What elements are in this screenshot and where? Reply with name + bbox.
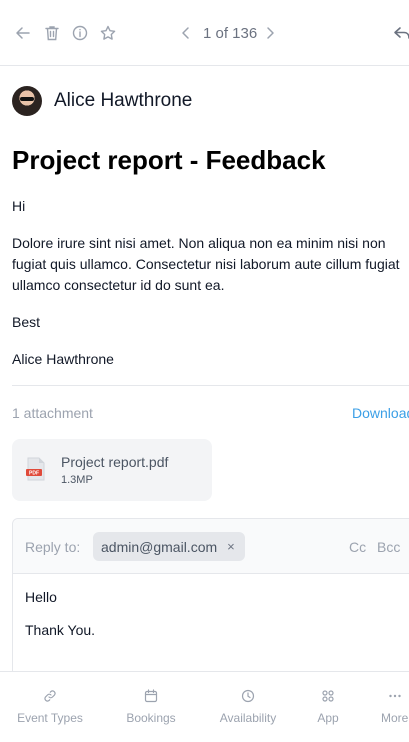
reply-header: Reply to: admin@gmail.com × Cc Bcc [13, 519, 409, 574]
more-icon [388, 689, 402, 703]
nav-label: Availability [219, 711, 277, 725]
email-body: Dolore irure sint nisi amet. Non aliqua … [12, 235, 400, 293]
attachment-filename: Project report.pdf [61, 454, 169, 470]
email-greeting: Hi [12, 198, 26, 214]
email-toolbar: 1 of 136 [0, 0, 409, 66]
info-icon[interactable] [71, 24, 89, 42]
clock-icon [241, 689, 255, 703]
nav-label: Bookings [126, 711, 176, 725]
trash-icon[interactable] [43, 24, 61, 42]
sender-name: Alice Hawthrone [54, 90, 193, 111]
close-icon[interactable]: × [227, 539, 235, 554]
recipient-email: admin@gmail.com [101, 538, 218, 555]
reply-text-line[interactable]: Thank You. [25, 622, 95, 638]
link-icon [43, 689, 57, 703]
pdf-label: PDF [29, 471, 39, 477]
pager-count: 1 of 136 [203, 25, 258, 42]
nav-label: Event Types [17, 711, 83, 725]
avatar[interactable] [12, 86, 42, 116]
recipient-chip[interactable]: admin@gmail.com × [93, 532, 245, 561]
star-icon[interactable] [99, 24, 117, 42]
email-signoff: Best [12, 314, 41, 330]
attachment-count: 1 attachment [12, 405, 93, 421]
divider [12, 385, 409, 386]
nav-item-more[interactable]: More [381, 672, 409, 742]
reply-icon[interactable] [393, 24, 409, 42]
back-arrow-icon[interactable] [14, 24, 32, 42]
nav-item-availability[interactable]: Availability [219, 672, 277, 742]
nav-item-event-types[interactable]: Event Types [17, 672, 83, 742]
grid-icon [321, 689, 335, 703]
calendar-icon [144, 689, 158, 703]
nav-label: App [317, 711, 339, 725]
sender-row: Alice Hawthrone [12, 86, 192, 116]
bottom-nav: Event Types Bookings Availability App Mo… [0, 671, 409, 742]
chevron-left-icon[interactable] [177, 24, 195, 42]
pdf-file-icon: PDF [26, 457, 46, 481]
reply-to-label: Reply to: [25, 539, 81, 555]
email-signature: Alice Hawthrone [12, 351, 114, 367]
chevron-right-icon[interactable] [261, 24, 279, 42]
email-subject: Project report - Feedback [12, 145, 326, 175]
nav-item-app[interactable]: App [316, 672, 340, 742]
reply-text-line[interactable]: Hello [25, 589, 57, 605]
attachment-card[interactable]: PDF Project report.pdf 1.3MP [12, 439, 212, 501]
bcc-button[interactable]: Bcc [377, 539, 400, 555]
download-link[interactable]: Download [352, 405, 409, 421]
attachment-size: 1.3MP [61, 474, 93, 486]
nav-item-bookings[interactable]: Bookings [124, 672, 178, 742]
cc-button[interactable]: Cc [349, 539, 366, 555]
nav-label: More [381, 711, 409, 725]
